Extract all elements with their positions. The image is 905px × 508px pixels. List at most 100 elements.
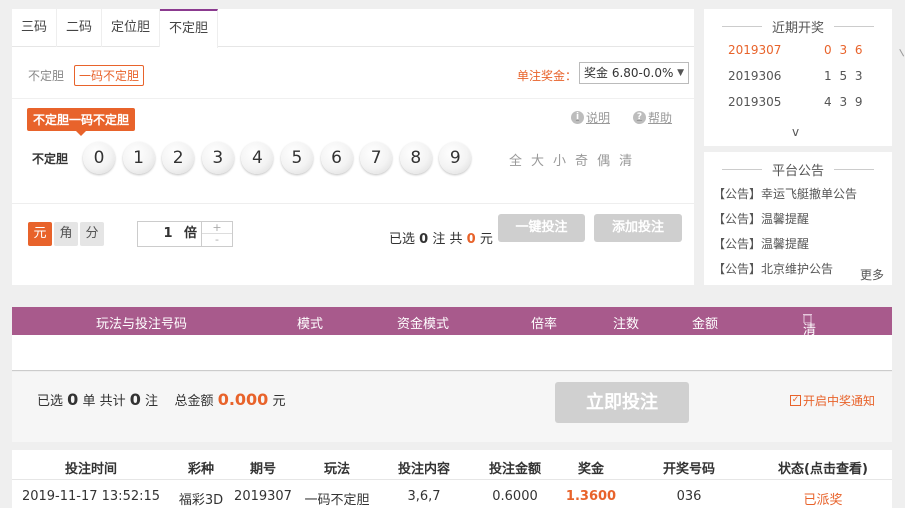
summary-orders: 0 bbox=[67, 390, 79, 409]
clear-button[interactable]: 清空 bbox=[803, 313, 816, 357]
selection-count: 0 bbox=[419, 232, 429, 247]
filter-even[interactable]: 偶 bbox=[597, 150, 610, 169]
notice-item[interactable]: 【公告】幸运飞艇撤单公告 bbox=[713, 185, 857, 202]
summary-bets: 0 bbox=[129, 390, 141, 409]
summary-label: 单 共计 bbox=[82, 394, 126, 409]
selection-info: 已选 0 注 共 0 元 bbox=[389, 228, 493, 247]
cell-play: 一码不定胆 bbox=[304, 493, 370, 508]
decrement-button[interactable]: - bbox=[202, 234, 232, 246]
col-lottery: 彩种 bbox=[187, 462, 215, 477]
explain-label: 说明 bbox=[586, 111, 611, 125]
filter-small[interactable]: 小 bbox=[553, 150, 566, 169]
explain-link[interactable]: i 说明 bbox=[571, 109, 610, 126]
multiplier-unit: 倍 bbox=[184, 226, 198, 241]
selection-suffix: 元 bbox=[479, 232, 493, 247]
notice-item[interactable]: 【公告】温馨提醒 bbox=[713, 235, 809, 252]
prize-select[interactable]: 奖金 6.80-0.0% ▼ bbox=[579, 62, 689, 84]
one-click-bet-button[interactable]: 一键投注 bbox=[498, 214, 585, 242]
ball-4[interactable]: 4 bbox=[241, 142, 274, 174]
add-bet-button[interactable]: 添加投注 bbox=[594, 214, 682, 242]
cell-time: 2019-11-17 13:52:15 bbox=[21, 489, 161, 504]
help-link[interactable]: ? 帮助 bbox=[633, 109, 672, 126]
cell-prize: 1.3600 bbox=[565, 489, 617, 504]
ball-7[interactable]: 7 bbox=[360, 142, 393, 174]
ball-2[interactable]: 2 bbox=[162, 142, 195, 174]
draw-issue: 2019306 bbox=[728, 69, 782, 83]
more-link[interactable]: 更多 bbox=[855, 266, 884, 283]
selection-mid: 注 共 bbox=[432, 232, 463, 247]
summary-total: 0.000 bbox=[217, 390, 269, 409]
notice-item[interactable]: 【公告】北京维护公告 bbox=[713, 260, 833, 277]
tab-sanma[interactable]: 三码 bbox=[12, 9, 58, 47]
question-icon: ? bbox=[633, 111, 646, 124]
summary-label: 已选 bbox=[37, 394, 64, 409]
unit-yuan[interactable]: 元 bbox=[28, 222, 52, 246]
summary-label: 注 bbox=[145, 394, 159, 409]
cell-status-link[interactable]: 已派奖 bbox=[803, 489, 842, 508]
draw-row: 2019307 0 3 6 bbox=[728, 43, 878, 57]
info-icon: i bbox=[571, 111, 584, 124]
notice-panel: 平台公告 【公告】幸运飞艇撤单公告 【公告】温馨提醒 【公告】温馨提醒 【公告】… bbox=[704, 152, 892, 285]
ball-3[interactable]: 3 bbox=[201, 142, 234, 174]
selection-prefix: 已选 bbox=[389, 232, 416, 247]
filter-all[interactable]: 全 bbox=[509, 150, 522, 169]
multiplier-steps: + - bbox=[201, 222, 232, 246]
multiplier-stepper[interactable]: 1 倍 + - bbox=[137, 221, 233, 247]
unit-switch: 元 角 分 bbox=[28, 222, 104, 246]
bet-history-table: 投注时间 彩种 期号 玩法 投注内容 投注金额 奖金 开奖号码 状态(点击查看)… bbox=[12, 450, 892, 508]
col-play-numbers: 玩法与投注号码 bbox=[96, 317, 188, 332]
ball-1[interactable]: 1 bbox=[122, 142, 155, 174]
bet-summary: 已选 0 单 共计 0 注 总金额 0.000 元 立即投注 ✓ 开启中奖通知 bbox=[12, 372, 892, 442]
ball-8[interactable]: 8 bbox=[399, 142, 432, 174]
unit-jiao[interactable]: 角 bbox=[54, 222, 78, 246]
sub-play-yima[interactable]: 一码不定胆 bbox=[74, 65, 145, 86]
row-label: 不定胆 bbox=[32, 152, 69, 166]
selection-amount: 0 bbox=[466, 232, 476, 247]
col-mode: 模式 bbox=[297, 317, 324, 332]
multiplier-value: 1 bbox=[163, 226, 173, 241]
col-count: 注数 bbox=[613, 317, 640, 332]
filter-big[interactable]: 大 bbox=[531, 150, 544, 169]
bet-table-body bbox=[12, 335, 892, 371]
ball-9[interactable]: 9 bbox=[439, 142, 472, 174]
col-prize: 奖金 bbox=[577, 462, 605, 477]
filter-clear[interactable]: 清 bbox=[619, 150, 632, 169]
triangle-down-icon: ▼ bbox=[677, 68, 684, 78]
tab-erma[interactable]: 二码 bbox=[57, 9, 103, 47]
cell-lottery: 福彩3D bbox=[178, 493, 224, 508]
tab-budingdan[interactable]: 不定胆 bbox=[160, 9, 219, 48]
col-status: 状态(点击查看) bbox=[778, 462, 868, 477]
draw-numbers: 4 3 9 bbox=[824, 95, 865, 109]
draw-numbers: 1 5 3 bbox=[824, 69, 865, 83]
draw-row: 2019305 4 3 9 bbox=[728, 95, 878, 109]
ball-6[interactable]: 6 bbox=[320, 142, 353, 174]
summary-label: 元 bbox=[272, 394, 286, 409]
bet-table-header: 玩法与投注号码 模式 资金模式 倍率 注数 金额 清空 bbox=[12, 307, 892, 357]
number-balls: 0 1 2 3 4 5 6 7 8 9 bbox=[83, 142, 472, 174]
tab-dingweidan[interactable]: 定位胆 bbox=[102, 9, 161, 47]
ball-0[interactable]: 0 bbox=[83, 142, 115, 174]
recent-draws-title: 近期开奖 bbox=[704, 17, 892, 36]
draw-numbers: 0 3 6 bbox=[824, 43, 865, 57]
chevron-down-icon[interactable]: v bbox=[792, 125, 799, 139]
notify-toggle[interactable]: ✓ 开启中奖通知 bbox=[790, 392, 875, 409]
notice-item[interactable]: 【公告】温馨提醒 bbox=[713, 210, 809, 227]
col-issue: 期号 bbox=[249, 462, 277, 477]
ball-5[interactable]: 5 bbox=[280, 142, 313, 174]
recent-draws-panel: 近期开奖 2019307 0 3 6 2019306 1 5 3 2019305… bbox=[704, 9, 892, 146]
filter-odd[interactable]: 奇 bbox=[575, 150, 588, 169]
col-draw-number: 开奖号码 bbox=[662, 462, 716, 477]
unit-fen[interactable]: 分 bbox=[80, 222, 104, 246]
col-rate: 倍率 bbox=[531, 317, 558, 332]
submit-bet-button[interactable]: 立即投注 bbox=[555, 382, 689, 423]
history-header: 投注时间 彩种 期号 玩法 投注内容 投注金额 奖金 开奖号码 状态(点击查看) bbox=[12, 450, 892, 480]
checkbox-checked-icon[interactable]: ✓ bbox=[790, 395, 801, 406]
summary-label: 总金额 bbox=[174, 394, 214, 409]
divider bbox=[12, 203, 694, 204]
sub-play-label: 不定胆 bbox=[28, 69, 65, 83]
play-panel: 三码 二码 定位胆 不定胆 不定胆 一码不定胆 单注奖金： 奖金 6.80-0.… bbox=[12, 9, 694, 285]
col-amount: 金额 bbox=[692, 317, 719, 332]
col-fund-mode: 资金模式 bbox=[397, 317, 450, 332]
scroll-edge-mark bbox=[899, 47, 905, 57]
table-row[interactable]: 2019-11-17 13:52:15 福彩3D 2019307 一码不定胆 3… bbox=[12, 481, 892, 508]
